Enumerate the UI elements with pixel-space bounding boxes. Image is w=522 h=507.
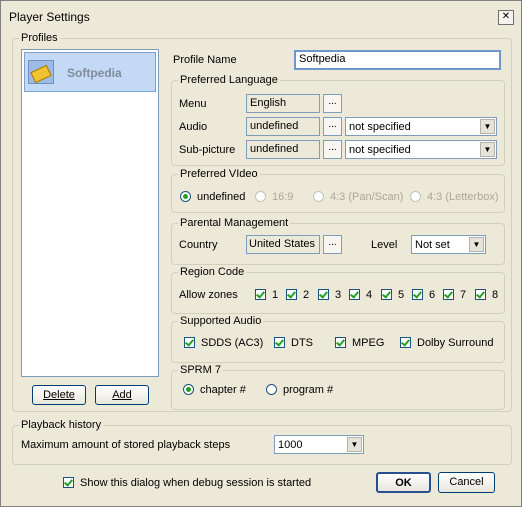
profile-name-label: Profile Name	[173, 54, 237, 66]
video-16-9-label: 16:9	[272, 191, 294, 203]
zone-2-label: 2	[303, 289, 310, 301]
sdds-checkbox[interactable]	[184, 337, 195, 348]
video-letterbox-label: 4:3 (Letterbox)	[427, 191, 499, 203]
zone-7-label: 7	[460, 289, 467, 301]
level-label: Level	[371, 239, 398, 251]
region-legend: Region Code	[180, 266, 245, 278]
profile-name-input[interactable]: Softpedia	[294, 50, 501, 70]
zone-8-checkbox[interactable]	[475, 289, 486, 300]
show-dialog-label: Show this dialog when debug session is s…	[80, 477, 312, 489]
delete-button[interactable]: Delete	[32, 385, 86, 405]
zone-3-checkbox[interactable]	[318, 289, 329, 300]
audio-language-field: undefined	[246, 117, 320, 136]
zone-6-label: 6	[429, 289, 436, 301]
player-settings-window: Player Settings ✕ Profiles Softpedia Del…	[0, 0, 522, 507]
sub-picture-select-value: not specified	[349, 144, 411, 156]
chevron-down-icon[interactable]: ▼	[469, 237, 484, 252]
dolby-surround-label: Dolby Surround	[417, 337, 494, 349]
history-label: Maximum amount of stored playback steps	[21, 439, 231, 451]
delete-label: Delete	[43, 389, 75, 401]
chevron-down-icon[interactable]: ▼	[480, 142, 495, 157]
video-undefined-label: undefined	[197, 191, 246, 203]
zone-3-label: 3	[335, 289, 342, 301]
country-browse-button[interactable]: ...	[323, 235, 342, 254]
audio-language-browse-button[interactable]: ...	[323, 117, 342, 136]
sub-picture-browse-button[interactable]: ...	[323, 140, 342, 159]
audio-language-select[interactable]: not specified ▼	[345, 117, 497, 136]
ok-button[interactable]: OK	[376, 472, 431, 493]
level-select[interactable]: Not set ▼	[411, 235, 486, 254]
zone-7-checkbox[interactable]	[443, 289, 454, 300]
dolby-surround-checkbox[interactable]	[400, 337, 411, 348]
sprm-program-radio[interactable]	[266, 384, 277, 395]
sprm-program-label: program #	[283, 384, 334, 396]
zone-5-label: 5	[398, 289, 405, 301]
cancel-button[interactable]: Cancel	[438, 472, 495, 493]
title-bar: Player Settings ✕	[1, 1, 521, 33]
add-button[interactable]: Add	[95, 385, 149, 405]
zone-6-checkbox[interactable]	[412, 289, 423, 300]
video-undefined-radio[interactable]	[180, 191, 191, 202]
sub-picture-language-field: undefined	[246, 140, 320, 159]
mpeg-checkbox[interactable]	[335, 337, 346, 348]
zone-5-checkbox[interactable]	[381, 289, 392, 300]
menu-language-field: English	[246, 94, 320, 113]
close-icon[interactable]: ✕	[498, 10, 514, 25]
sprm-legend: SPRM 7	[180, 364, 221, 376]
profiles-list[interactable]: Softpedia	[21, 49, 159, 377]
video-pan-scan-label: 4:3 (Pan/Scan)	[330, 191, 404, 203]
audio-select-value: not specified	[349, 121, 411, 133]
history-steps-value: 1000	[278, 439, 303, 451]
mpeg-label: MPEG	[352, 337, 385, 349]
sdds-label: SDDS (AC3)	[201, 337, 264, 349]
sprm-chapter-label: chapter #	[200, 384, 246, 396]
profile-icon	[28, 60, 54, 84]
video-pan-scan-radio[interactable]	[313, 191, 324, 202]
supported-audio-legend: Supported Audio	[180, 315, 262, 327]
sprm-chapter-radio[interactable]	[183, 384, 194, 395]
list-item[interactable]: Softpedia	[24, 52, 156, 92]
zone-1-label: 1	[272, 289, 279, 301]
video-letterbox-radio[interactable]	[410, 191, 421, 202]
parental-legend: Parental Management	[180, 217, 289, 229]
history-legend: Playback history	[21, 419, 102, 431]
video-16-9-radio[interactable]	[255, 191, 266, 202]
sub-picture-select[interactable]: not specified ▼	[345, 140, 497, 159]
sub-picture-label: Sub-picture	[179, 144, 236, 156]
zone-4-checkbox[interactable]	[349, 289, 360, 300]
level-select-value: Not set	[415, 239, 450, 251]
show-dialog-checkbox[interactable]	[63, 477, 74, 488]
audio-label: Audio	[179, 121, 208, 133]
zone-1-checkbox[interactable]	[255, 289, 266, 300]
window-title: Player Settings	[9, 10, 90, 24]
chevron-down-icon[interactable]: ▼	[480, 119, 495, 134]
menu-language-browse-button[interactable]: ...	[323, 94, 342, 113]
profiles-legend: Profiles	[21, 32, 58, 44]
video-legend: Preferred VIdeo	[180, 168, 258, 180]
allow-zones-label: Allow zones	[179, 289, 238, 301]
zone-8-label: 8	[492, 289, 499, 301]
dts-label: DTS	[291, 337, 313, 349]
add-label: Add	[112, 389, 132, 401]
history-steps-select[interactable]: 1000 ▼	[274, 435, 364, 454]
country-field: United States	[246, 235, 320, 254]
zone-2-checkbox[interactable]	[286, 289, 297, 300]
zone-4-label: 4	[366, 289, 373, 301]
dts-checkbox[interactable]	[274, 337, 285, 348]
profile-item-name: Softpedia	[67, 66, 122, 80]
menu-label: Menu	[179, 98, 207, 110]
country-label: Country	[179, 239, 218, 251]
chevron-down-icon[interactable]: ▼	[347, 437, 362, 452]
language-legend: Preferred Language	[180, 74, 278, 86]
